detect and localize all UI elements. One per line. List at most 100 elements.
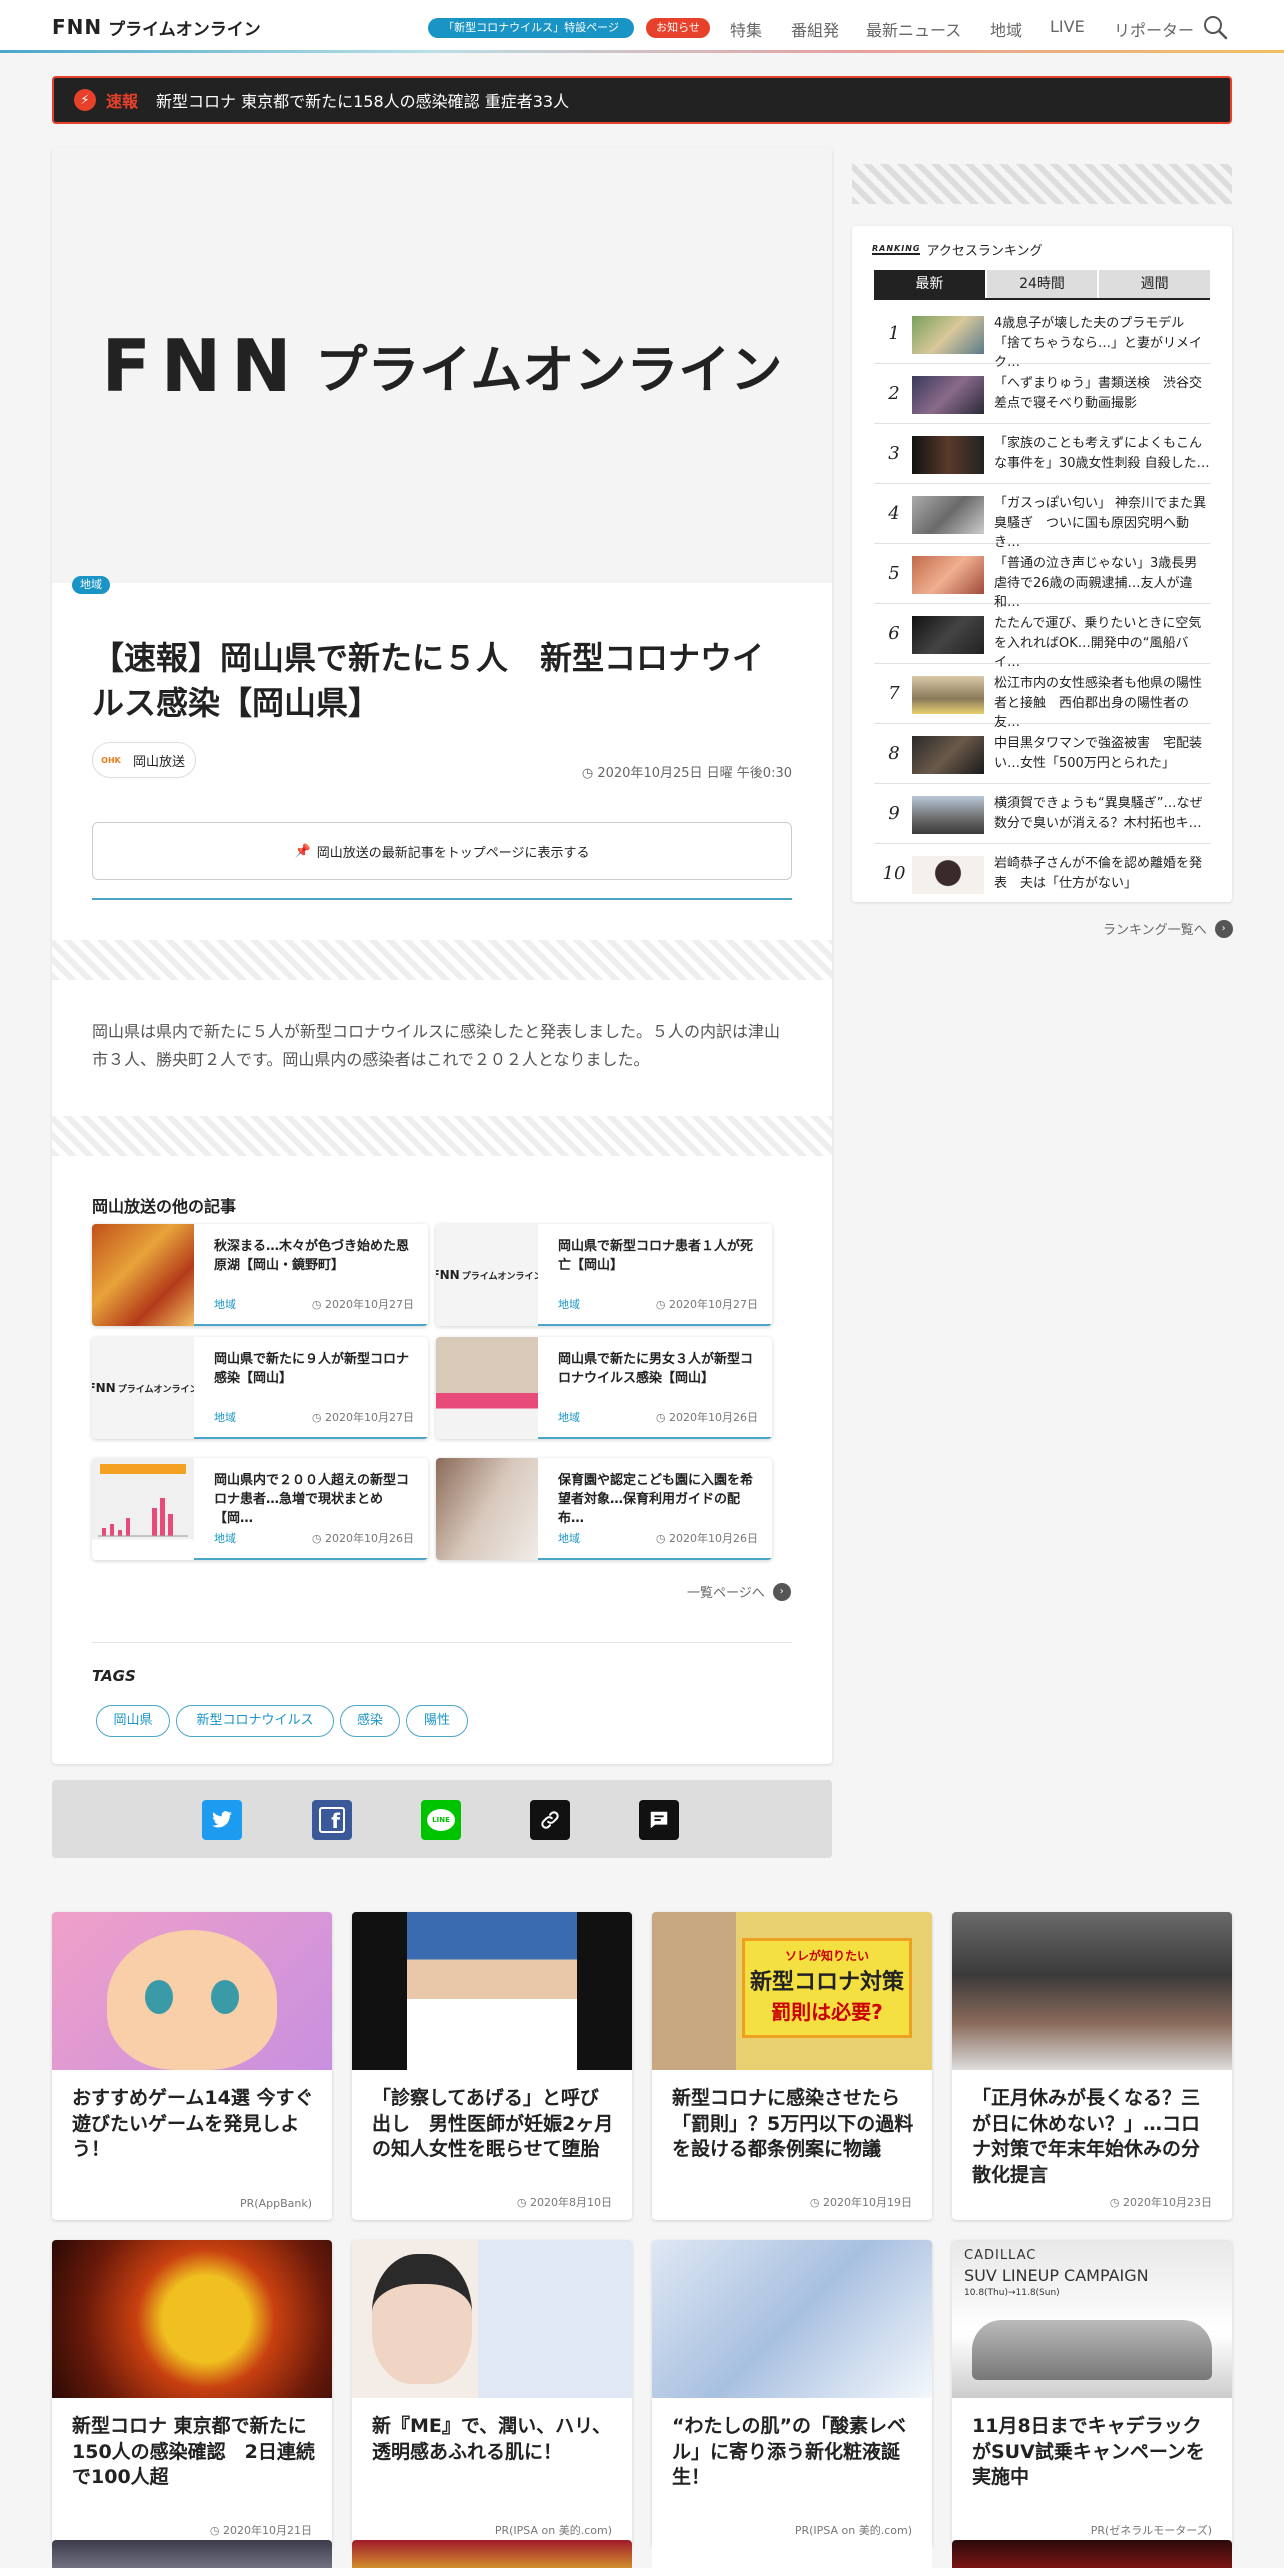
ranking-thumbnail (912, 736, 984, 774)
recommend-card-peek[interactable] (952, 2540, 1232, 2568)
notice-link[interactable]: お知らせ (646, 18, 710, 38)
recommend-card[interactable]: 新型コロナ 東京都で新たに150人の感染確認 2日連続で100人超 ◷ 2020… (52, 2240, 332, 2548)
thumbnail-logo: FNN (92, 1381, 116, 1395)
site-logo[interactable]: FNN プライムオンライン (52, 15, 261, 40)
recommend-card-peek[interactable] (52, 2540, 332, 2568)
rank-number: 7 (888, 683, 900, 704)
breaking-news-bar[interactable]: ⚡ 速報 新型コロナ 東京都で新たに158人の感染確認 重症者33人 (52, 76, 1232, 124)
line-share-icon[interactable]: LINE (421, 1800, 461, 1840)
rank-number: 5 (888, 563, 900, 584)
share-bar: f LINE (52, 1780, 832, 1858)
tab-latest[interactable]: 最新 (874, 270, 985, 298)
tags-heading: TAGS (92, 1667, 136, 1685)
article-date: ◷ 2020年10月25日 日曜 午後0:30 (582, 762, 792, 781)
recommend-card[interactable]: 「正月休みが長くなる？三が日に休めない？」…コロナ対策で年末年始休みの分散化提言… (952, 1912, 1232, 2220)
rank-number: 9 (888, 803, 900, 824)
other-article-date: ◷ 2020年10月26日 (655, 1532, 758, 1545)
ranking-title: 「家族のことも考えずによくもこんな事件を」30歳女性刺殺 自殺した… (994, 436, 1210, 471)
facebook-share-icon[interactable]: f (312, 1800, 352, 1840)
ranking-item[interactable]: 5 「普通の泣き声じゃない」3歳長男虐待で26歳の両親逮捕…友人が違和… (874, 544, 1210, 610)
tag-covid[interactable]: 新型コロナウイルス (176, 1705, 334, 1737)
other-article-card[interactable]: 秋深まる…木々が色づき始めた恩原湖【岡山・鏡野町】 地域 ◷ 2020年10月2… (92, 1224, 428, 1326)
recommend-meta: PR(ゼネラルモーターズ) (1090, 2524, 1212, 2537)
twitter-bird-icon (212, 1811, 232, 1828)
recommend-title: 11月8日までキャデラックがSUV試乗キャンペーンを実施中 (972, 2415, 1205, 2489)
recommend-meta: PR(IPSA on 美的.com) (494, 2524, 612, 2537)
tag-okayama[interactable]: 岡山県 (96, 1705, 170, 1737)
other-article-title: 岡山県で新たに男女３人が新型コロナウイルス感染【岡山】 (558, 1352, 754, 1386)
nav-latest-news[interactable]: 最新ニュース (866, 17, 961, 41)
comment-icon[interactable] (639, 1800, 679, 1840)
thumbnail-logo: FNN (436, 1268, 460, 1282)
recommend-title: “わたしの肌”の「酸素レベル」に寄り添う新化粧液誕生！ (672, 2415, 906, 2489)
model-face-graphic (372, 2254, 472, 2384)
recommend-card[interactable]: 新『ME』で、潤い、ハリ、透明感あふれる肌に！ PR(IPSA on 美的.co… (352, 2240, 632, 2548)
search-icon[interactable] (1201, 13, 1229, 41)
ranking-item[interactable]: 2 「へずまりゅう」書類送検 渋谷交差点で寝そべり動画撮影 (874, 364, 1210, 424)
ranking-item[interactable]: 9 横須賀できょうも“異臭騒ぎ”…なぜ数分で臭いが消える？木村拓也キ… (874, 784, 1210, 844)
other-article-title: 保育園や認定こども園に入園を希望者対象…保育利用ガイドの配布… (558, 1473, 754, 1526)
ranking-thumbnail (912, 796, 984, 834)
banner-sub-text: 罰則は必要? (771, 2000, 883, 2024)
ranking-badge: RANKING (872, 244, 921, 255)
ranking-thumbnail (912, 556, 984, 594)
more-link-label: 一覧ページへ (687, 1586, 765, 1601)
recommend-card-peek[interactable] (652, 2540, 932, 2568)
other-article-tag: 地域 (214, 1298, 236, 1311)
other-article-tag: 地域 (558, 1411, 580, 1424)
recommend-meta: PR(IPSA on 美的.com) (794, 2524, 912, 2537)
site-header: FNN プライムオンライン 「新型コロナウイルス」特設ページ お知らせ 特集 番… (0, 0, 1284, 53)
bar-graph-thumbnail-icon (98, 1464, 188, 1537)
recommend-meta: PR(AppBank) (240, 2197, 312, 2210)
category-badge[interactable]: 地域 (72, 576, 110, 594)
other-article-card[interactable]: FNNプライムオンライン 岡山県で新たに９人が新型コロナ感染【岡山】 地域 ◷ … (92, 1337, 428, 1439)
nav-reporter[interactable]: リポーター (1114, 17, 1194, 41)
ranking-item[interactable]: 1 4歳息子が壊した夫のプラモデル「捨てちゃうなら…」と妻がリメイク… (874, 304, 1210, 370)
other-article-date: ◷ 2020年10月26日 (311, 1532, 414, 1545)
recommend-card[interactable]: “わたしの肌”の「酸素レベル」に寄り添う新化粧液誕生！ PR(IPSA on 美… (652, 2240, 932, 2548)
logo-kana: プライムオンライン (108, 19, 261, 40)
nav-region[interactable]: 地域 (990, 17, 1022, 41)
tag-infection[interactable]: 感染 (340, 1705, 400, 1737)
cars-graphic (972, 2320, 1212, 2380)
ranking-thumbnail (912, 616, 984, 654)
twitter-share-icon[interactable] (202, 1800, 242, 1840)
other-article-card[interactable]: 岡山県内で２００人超えの新型コロナ患者…急増で現状まとめ【岡… 地域 ◷ 202… (92, 1458, 428, 1560)
other-article-card[interactable]: 岡山県で新たに男女３人が新型コロナウイルス感染【岡山】 地域 ◷ 2020年10… (436, 1337, 772, 1439)
recommend-card[interactable]: ソレが知りたい 新型コロナ対策 罰則は必要? 新型コロナに感染させたら「罰則」？… (652, 1912, 932, 2220)
article-body: 岡山県は県内で新たに５人が新型コロナウイルスに感染したと発表しました。５人の内訳… (92, 1022, 781, 1069)
ranking-more-link[interactable]: ランキング一覧へ › (1103, 919, 1233, 938)
other-articles-more-link[interactable]: 一覧ページへ › (687, 1582, 791, 1601)
other-article-thumbnail (436, 1458, 538, 1560)
ranking-item[interactable]: 3 「家族のことも考えずによくもこんな事件を」30歳女性刺殺 自殺した… (874, 424, 1210, 484)
nav-live[interactable]: LIVE (1050, 17, 1085, 36)
hero-logo-kana: プライムオンライン (315, 341, 783, 401)
source-chip[interactable]: OHK 岡山放送 (92, 742, 197, 778)
thumbnail-logo-kana: プライムオンライン (461, 1271, 538, 1282)
character-eye (145, 1980, 173, 2014)
recommend-card[interactable]: 「診察してあげる」と呼び出し 男性医師が妊娠2ヶ月の知人女性を眠らせて堕胎 ◷ … (352, 1912, 632, 2220)
ranking-item[interactable]: 7 松江市内の女性感染者も他県の陽性者と接触 西伯郡出身の陽性者の友… (874, 664, 1210, 730)
nav-programs[interactable]: 番組発 (791, 17, 839, 41)
copy-link-icon[interactable] (530, 1800, 570, 1840)
ranking-item[interactable]: 4 「ガスっぽい匂い」 神奈川でまた異臭騒ぎ ついに国も原因究明へ動き… (874, 484, 1210, 550)
ranking-item[interactable]: 8 中目黒タワマンで強盗被害 宅配装い…女性「500万円とられた」 (874, 724, 1210, 784)
tab-weekly[interactable]: 週間 (1099, 270, 1211, 298)
chevron-right-icon: › (772, 1582, 791, 1601)
hero-logo: FNN プライムオンライン (102, 324, 783, 408)
ranking-item[interactable]: 10 岩崎恭子さんが不倫を認め離婚を発表 夫は「仕方がない」 (874, 844, 1210, 904)
tag-positive[interactable]: 陽性 (406, 1705, 468, 1737)
other-article-card[interactable]: 保育園や認定こども園に入園を希望者対象…保育利用ガイドの配布… 地域 ◷ 202… (436, 1458, 772, 1560)
tab-24h[interactable]: 24時間 (986, 270, 1098, 298)
recommend-card[interactable]: おすすめゲーム14選 今すぐ遊びたいゲームを発見しよう！ PR(AppBank) (52, 1912, 332, 2220)
covid-special-link[interactable]: 「新型コロナウイルス」特設ページ (428, 18, 634, 38)
pin-source-button[interactable]: 📌 岡山放送の最新記事をトップページに表示する (92, 822, 792, 880)
cadillac-brand: CADILLAC (964, 2248, 1037, 2263)
ranking-item[interactable]: 6 たたんで運び、乗りたいときに空気を入れればOK…開発中の“風船バイ… (874, 604, 1210, 670)
clock-icon: ◷ (581, 766, 598, 781)
cadillac-dates: 10.8(Thu)→11.8(Sun) (964, 2288, 1060, 2298)
other-article-card[interactable]: FNNプライムオンライン 岡山県で新型コロナ患者１人が死亡【岡山】 地域 ◷ 2… (436, 1224, 772, 1326)
recommend-card-peek[interactable] (352, 2540, 632, 2568)
recommend-card[interactable]: CADILLAC SUV LINEUP CAMPAIGN 10.8(Thu)→1… (952, 2240, 1232, 2548)
nav-features[interactable]: 特集 (730, 17, 762, 41)
